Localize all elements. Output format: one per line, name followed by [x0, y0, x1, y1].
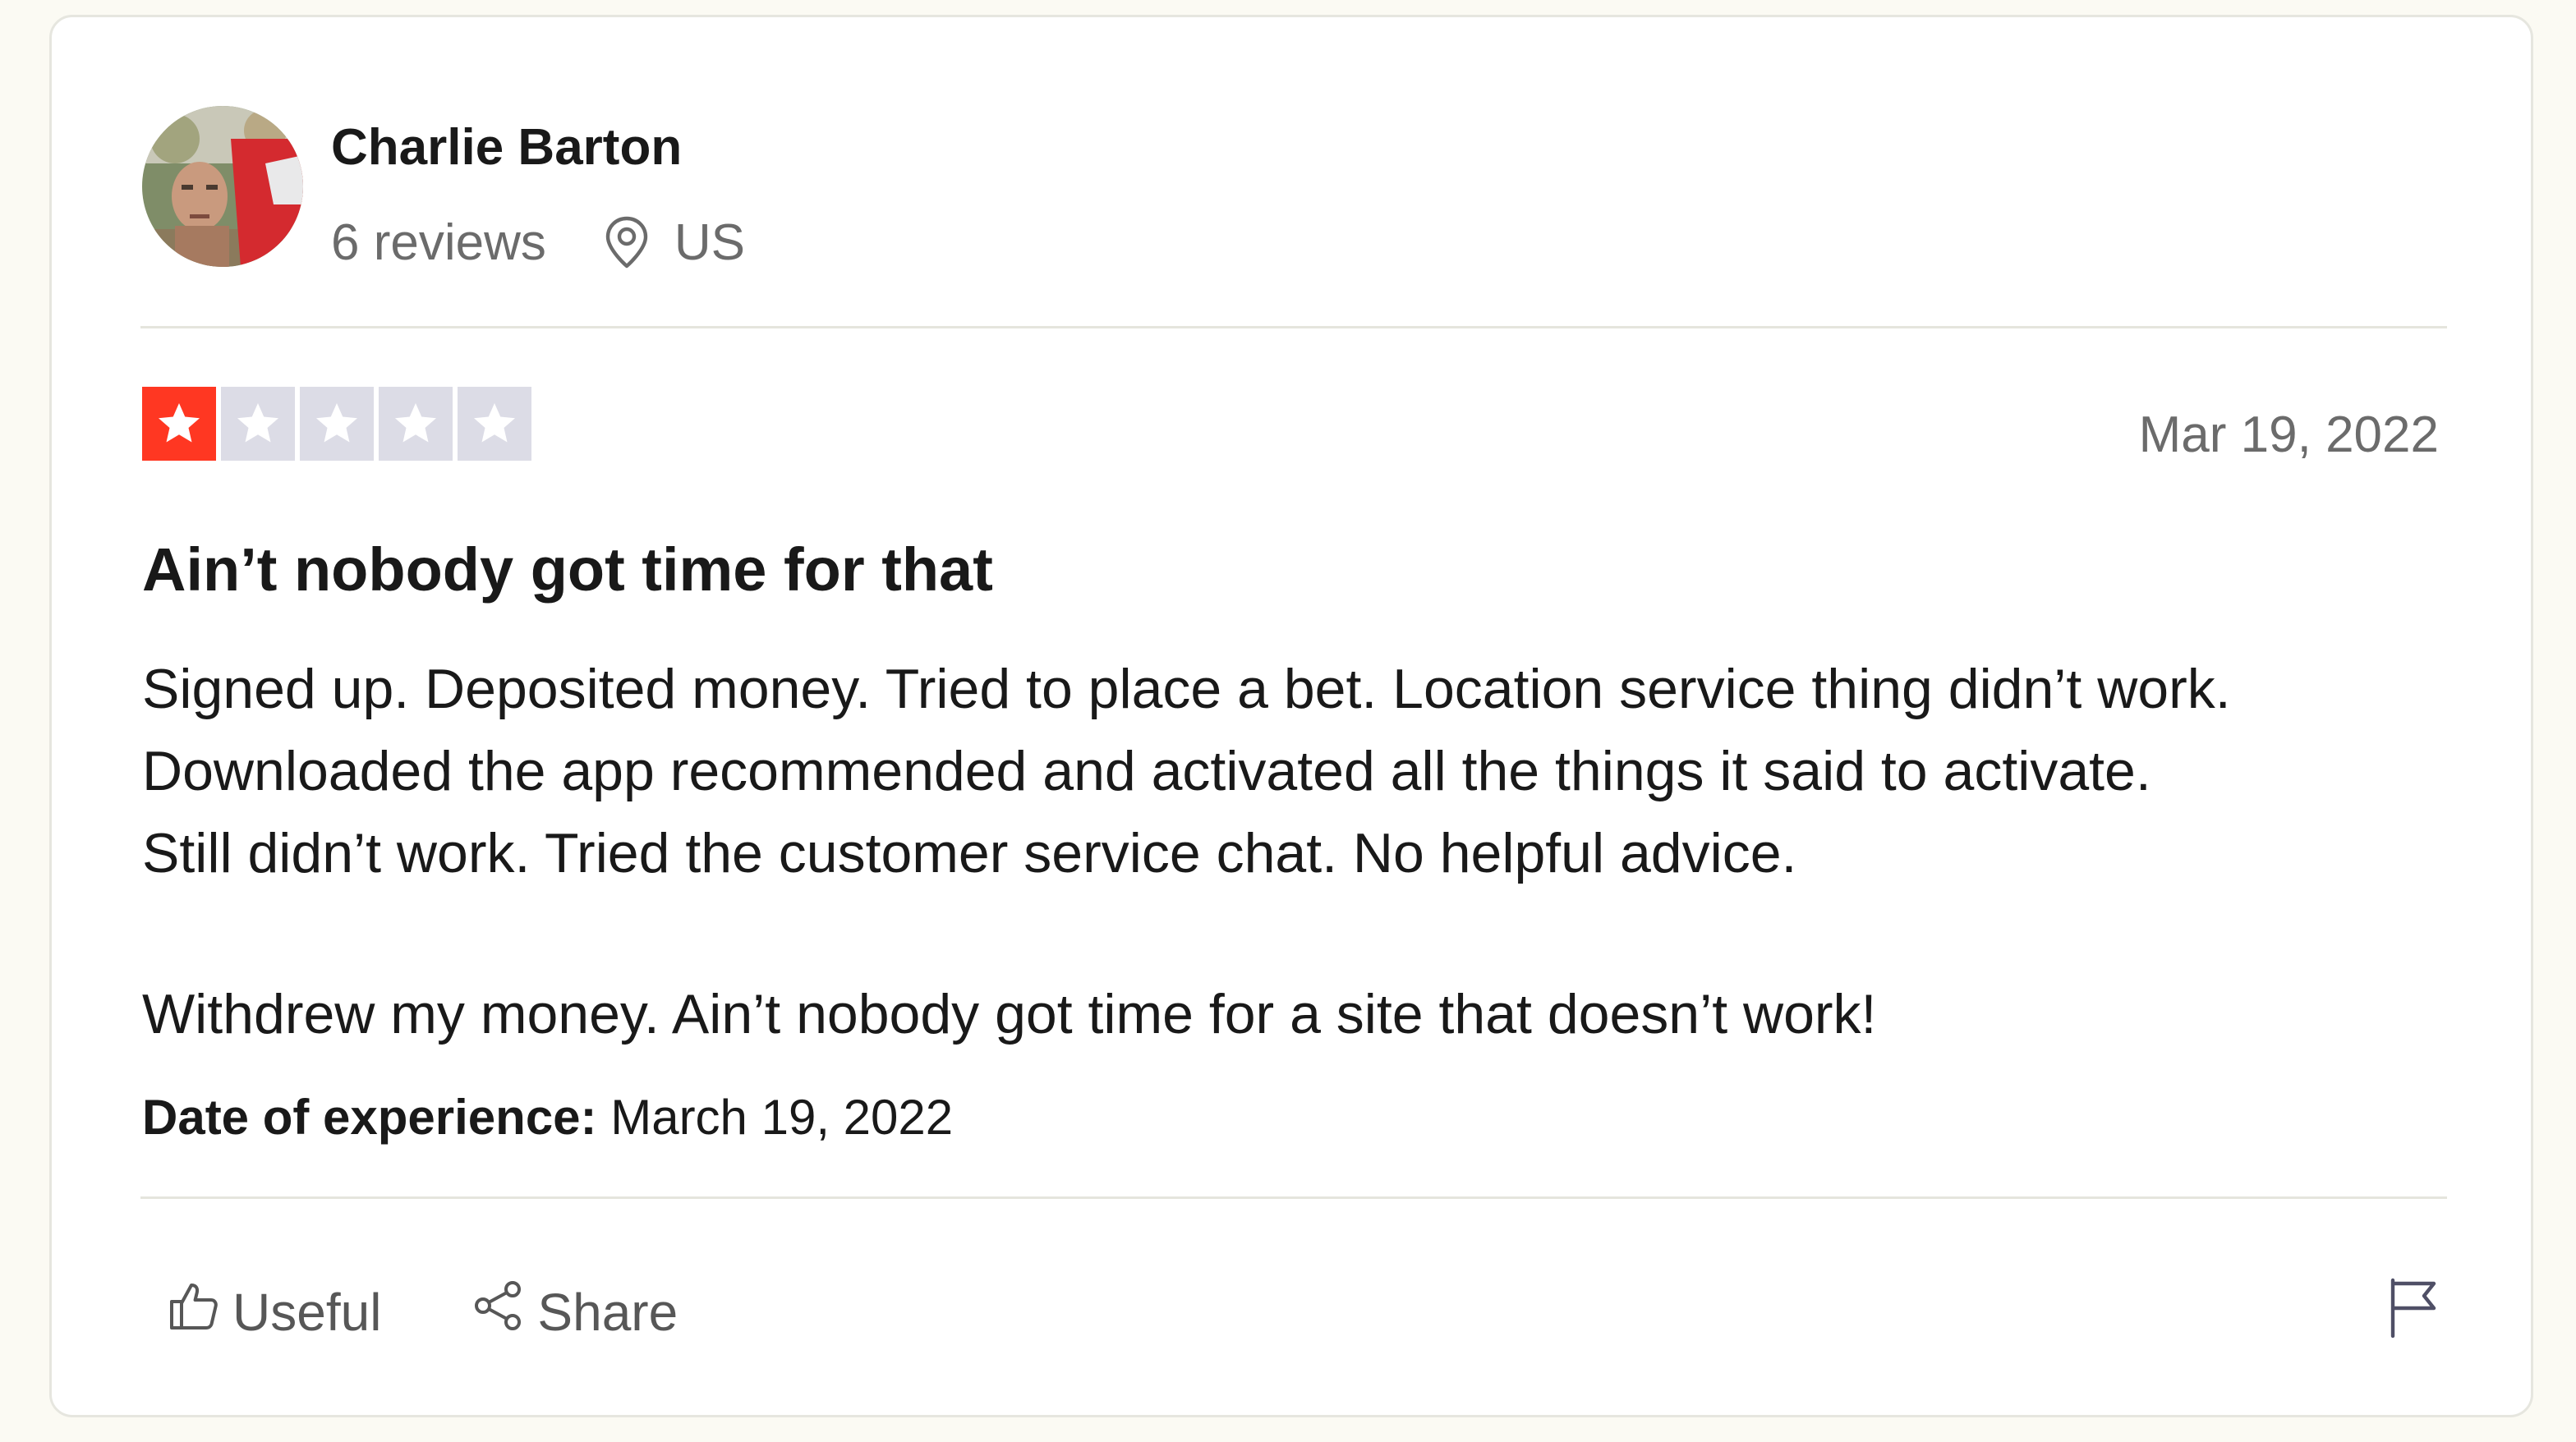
- review-body-line: Withdrew my money. Ain’t nobody got time…: [142, 983, 1877, 1045]
- avatar[interactable]: [142, 106, 303, 267]
- star-rating: [142, 387, 531, 461]
- useful-button[interactable]: Useful: [167, 1279, 381, 1345]
- share-label: Share: [537, 1282, 678, 1342]
- experience-label: Date of experience:: [142, 1090, 597, 1145]
- thumbs-up-icon: [167, 1279, 221, 1345]
- location-pin-icon: [604, 215, 650, 269]
- review-body-line: Signed up. Deposited money. Tried to pla…: [142, 658, 2231, 720]
- flag-icon: [2386, 1278, 2440, 1343]
- reviewer-name[interactable]: Charlie Barton: [331, 122, 682, 173]
- review-date: Mar 19, 2022: [2138, 406, 2439, 463]
- review-title[interactable]: Ain’t nobody got time for that: [142, 540, 993, 600]
- share-button[interactable]: Share: [472, 1279, 678, 1345]
- experience-date: March 19, 2022: [610, 1090, 954, 1145]
- reviews-count: 6 reviews: [331, 214, 546, 271]
- share-icon: [472, 1279, 526, 1345]
- review-body-line: Downloaded the app recommended and activ…: [142, 740, 2151, 802]
- reviewer-meta: 6 reviews US: [331, 209, 745, 275]
- date-of-experience: Date of experience: March 19, 2022: [142, 1093, 953, 1142]
- useful-label: Useful: [232, 1282, 382, 1342]
- review-body-line: Still didn’t work. Tried the customer se…: [142, 822, 1797, 884]
- star-icon: [300, 387, 374, 461]
- divider-top: [140, 326, 2447, 328]
- review-actions: Useful Share: [167, 1279, 678, 1345]
- star-icon: [379, 387, 453, 461]
- star-icon: [221, 387, 295, 461]
- reviewer-location: US: [674, 214, 746, 271]
- star-icon: [142, 387, 216, 461]
- review-card: Charlie Barton 6 reviews US Mar 19, 2022: [49, 15, 2533, 1417]
- review-body: Signed up. Deposited money. Tried to pla…: [142, 648, 2459, 1055]
- flag-button[interactable]: [2386, 1277, 2440, 1343]
- divider-bottom: [140, 1196, 2447, 1199]
- star-icon: [458, 387, 531, 461]
